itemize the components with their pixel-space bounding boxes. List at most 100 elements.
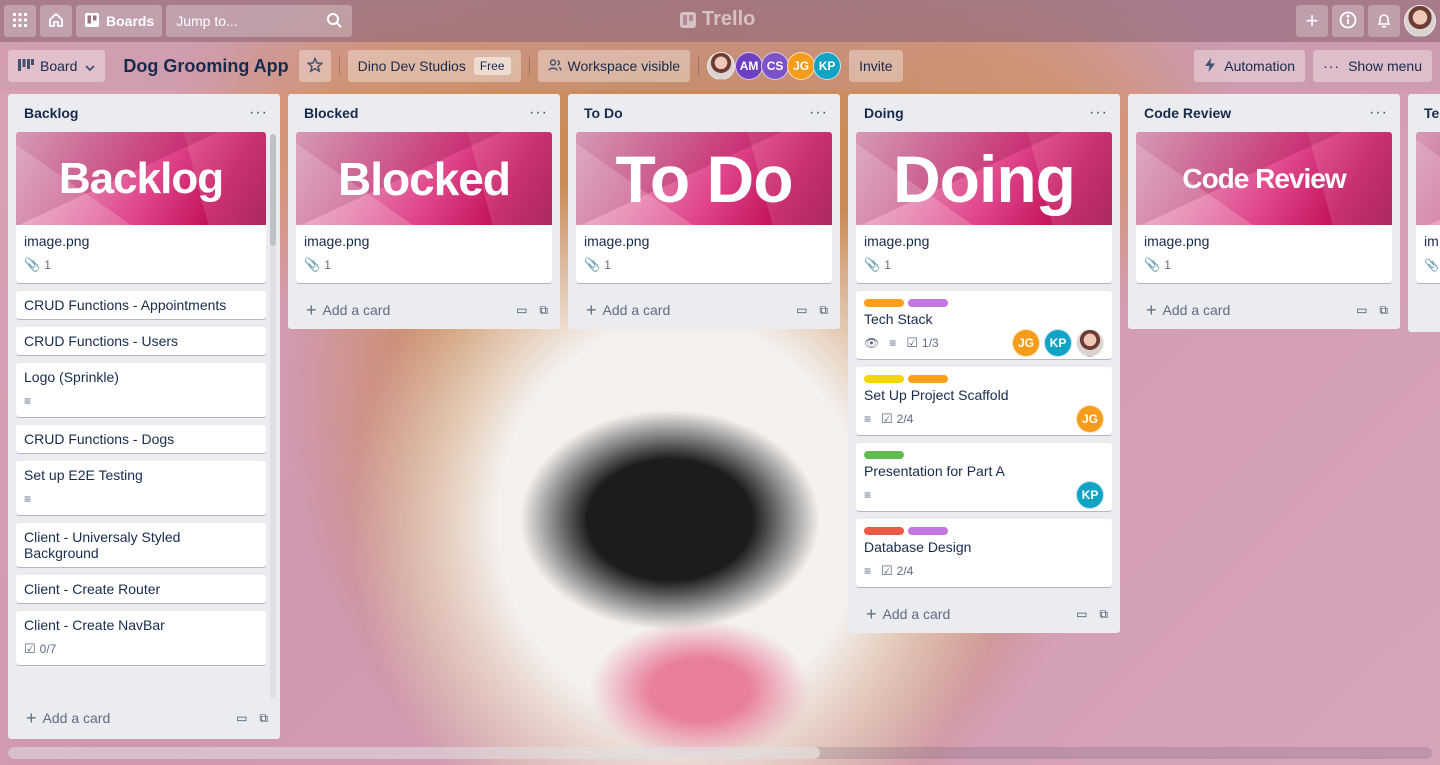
list-menu-icon[interactable]: ··· <box>1089 104 1108 122</box>
list-title[interactable]: Doing <box>864 105 904 121</box>
create-from-template-icon[interactable]: ⧉ <box>1379 303 1388 318</box>
label-purple[interactable] <box>908 299 948 307</box>
member-avatar-kp[interactable]: KP <box>813 52 842 80</box>
card-list: Blocked image.png 📎 1 <box>288 132 560 283</box>
record-video-icon[interactable]: ▭ <box>1356 303 1367 318</box>
card-crud-users[interactable]: CRUD Functions - Users <box>16 327 266 355</box>
card-create-navbar[interactable]: Client - Create NavBar ☑ 0/7 <box>16 611 266 665</box>
card-logo-sprinkle[interactable]: Logo (Sprinkle) ≡ <box>16 363 266 417</box>
divider <box>698 57 700 75</box>
record-video-icon[interactable]: ▭ <box>516 303 527 318</box>
workspace-button[interactable]: Dino Dev Studios Free <box>347 50 521 82</box>
add-card-button[interactable]: + Add a card <box>586 301 670 319</box>
boards-button[interactable]: Boards <box>76 5 163 37</box>
card-styled-background[interactable]: Client - Universaly Styled Background <box>16 523 266 567</box>
list-header[interactable]: To Do ··· <box>568 94 840 132</box>
list-scrollbar[interactable] <box>270 134 276 699</box>
label-orange[interactable] <box>864 299 904 307</box>
description-icon: ≡ <box>24 492 32 506</box>
bell-icon <box>1376 12 1392 31</box>
add-card-button[interactable]: + Add a card <box>866 605 950 623</box>
cover-card[interactable]: im 📎 <box>1416 132 1440 283</box>
list-header[interactable]: Backlog ··· <box>8 94 280 132</box>
add-card-button[interactable]: + Add a card <box>1146 301 1230 319</box>
member-avatar-am[interactable]: AM <box>735 52 764 80</box>
automation-button[interactable]: Automation <box>1194 50 1306 82</box>
member-avatar-jg[interactable]: JG <box>1076 405 1104 433</box>
apps-grid-button[interactable] <box>4 5 36 37</box>
visibility-button[interactable]: Workspace visible <box>537 50 691 82</box>
add-card-button[interactable]: + Add a card <box>26 709 110 727</box>
cover-card[interactable]: Backlog image.png 📎 1 <box>16 132 266 283</box>
create-from-template-icon[interactable]: ⧉ <box>1099 607 1108 622</box>
info-button[interactable] <box>1332 5 1364 37</box>
star-board-button[interactable] <box>298 50 331 82</box>
cover-card[interactable]: Code Review image.png 📎 1 <box>1136 132 1392 283</box>
create-from-template-icon[interactable]: ⧉ <box>259 711 268 726</box>
list-menu-icon[interactable]: ··· <box>249 104 268 122</box>
member-avatar-photo[interactable] <box>1076 329 1104 357</box>
ellipsis-icon: ··· <box>1323 58 1341 74</box>
member-avatar-kp[interactable]: KP <box>1076 481 1104 509</box>
add-card-button[interactable]: + Add a card <box>306 301 390 319</box>
label-green[interactable] <box>864 451 904 459</box>
label-yellow[interactable] <box>864 375 904 383</box>
record-video-icon[interactable]: ▭ <box>1076 607 1087 622</box>
cover-card[interactable]: Blocked image.png 📎 1 <box>296 132 552 283</box>
list-backlog: Backlog ··· Backlog image.png 📎 1 CRUD Fu… <box>8 94 280 739</box>
list-title[interactable]: Code Review <box>1144 105 1231 121</box>
label-purple[interactable] <box>908 527 948 535</box>
card-database-design[interactable]: Database Design ≡ ☑ 2/4 <box>856 519 1112 587</box>
card-project-scaffold[interactable]: Set Up Project Scaffold ≡ ☑ 2/4 JG <box>856 367 1112 435</box>
card-create-router[interactable]: Client - Create Router <box>16 575 266 603</box>
board-horizontal-scrollbar[interactable] <box>8 747 1432 759</box>
list-scrollbar-thumb[interactable] <box>270 134 276 246</box>
record-video-icon[interactable]: ▭ <box>796 303 807 318</box>
list-menu-icon[interactable]: ··· <box>809 104 828 122</box>
member-avatar-jg[interactable]: JG <box>787 52 816 80</box>
list-header[interactable]: Te <box>1408 94 1440 132</box>
show-menu-button[interactable]: ··· Show menu <box>1313 50 1432 82</box>
account-avatar[interactable] <box>1404 5 1436 37</box>
list-header[interactable]: Doing ··· <box>848 94 1120 132</box>
checklist-badge: ☑ 1/3 <box>906 335 938 351</box>
card-crud-dogs[interactable]: CRUD Functions - Dogs <box>16 425 266 453</box>
member-avatar-cs[interactable]: CS <box>761 52 790 80</box>
home-button[interactable] <box>40 5 72 37</box>
list-title[interactable]: Blocked <box>304 105 358 121</box>
card-labels <box>864 451 1104 459</box>
search-input[interactable]: Jump to... <box>166 5 353 37</box>
list-title[interactable]: Backlog <box>24 105 78 121</box>
label-red[interactable] <box>864 527 904 535</box>
label-orange[interactable] <box>908 375 948 383</box>
member-avatar-jg[interactable]: JG <box>1012 329 1040 357</box>
paperclip-icon: 📎 <box>24 257 41 272</box>
list-header[interactable]: Blocked ··· <box>288 94 560 132</box>
notifications-button[interactable] <box>1368 5 1400 37</box>
board-view-label: Board <box>40 58 78 74</box>
record-video-icon[interactable]: ▭ <box>236 711 247 726</box>
board-title[interactable]: Dog Grooming App <box>123 56 288 77</box>
cover-card[interactable]: Doing image.png 📎 1 <box>856 132 1112 283</box>
list-menu-icon[interactable]: ··· <box>529 104 548 122</box>
card-e2e-testing[interactable]: Set up E2E Testing ≡ <box>16 461 266 515</box>
list-header[interactable]: Code Review ··· <box>1128 94 1400 132</box>
list-menu-icon[interactable]: ··· <box>1369 104 1388 122</box>
board-view-switcher[interactable]: Board <box>8 50 106 82</box>
trello-logo[interactable]: Trello <box>680 8 755 31</box>
member-avatar-photo[interactable] <box>707 52 736 80</box>
description-icon: ≡ <box>864 564 872 578</box>
create-from-template-icon[interactable]: ⧉ <box>539 303 548 318</box>
list-title[interactable]: To Do <box>584 105 623 121</box>
card-crud-appointments[interactable]: CRUD Functions - Appointments <box>16 291 266 319</box>
create-from-template-icon[interactable]: ⧉ <box>819 303 828 318</box>
member-avatar-kp[interactable]: KP <box>1044 329 1072 357</box>
cover-card[interactable]: To Do image.png 📎 1 <box>576 132 832 283</box>
invite-button[interactable]: Invite <box>849 50 903 82</box>
list-title[interactable]: Te <box>1424 105 1439 121</box>
list-doing: Doing ··· Doing image.png 📎 1 Tech Stack … <box>848 94 1120 633</box>
board-scrollbar-thumb[interactable] <box>8 747 820 759</box>
card-presentation-part-a[interactable]: Presentation for Part A ≡ KP <box>856 443 1112 511</box>
card-tech-stack[interactable]: Tech Stack 👁 ≡ ☑ 1/3 JG KP <box>856 291 1112 359</box>
create-button[interactable]: + <box>1296 5 1328 37</box>
